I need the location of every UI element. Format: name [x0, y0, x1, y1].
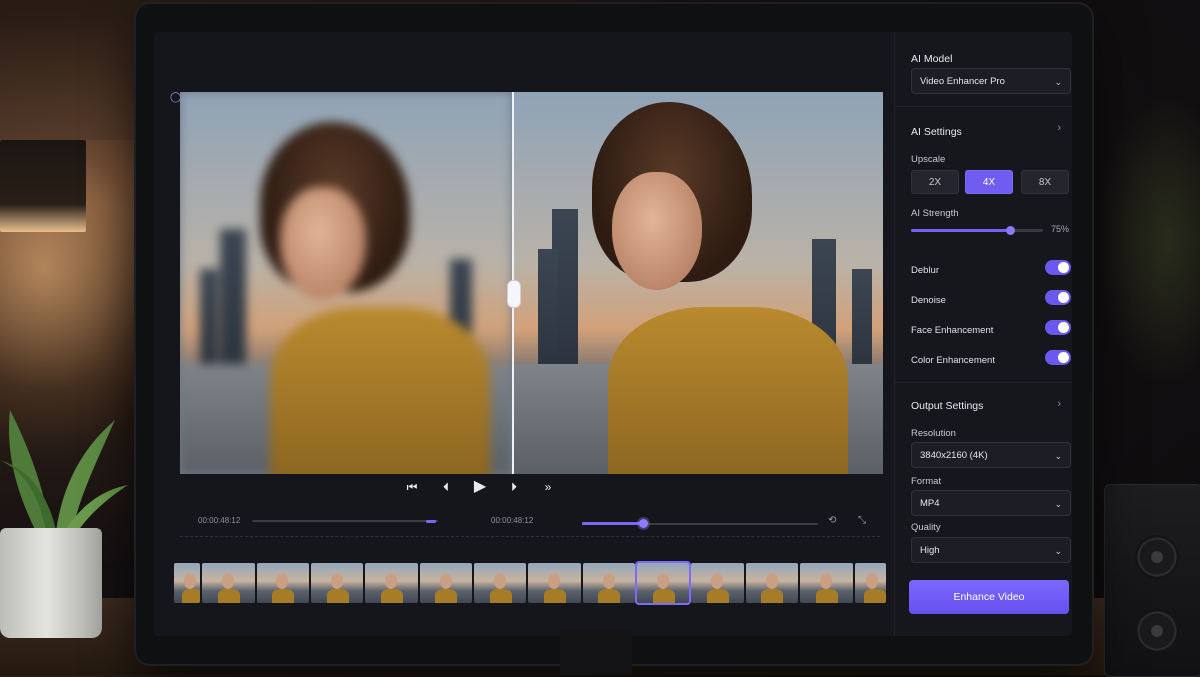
- upscale-label: Upscale: [911, 154, 946, 165]
- film-frame[interactable]: [365, 563, 418, 603]
- film-frame[interactable]: [800, 563, 853, 603]
- film-frame[interactable]: [419, 563, 472, 603]
- denoise-toggle[interactable]: [1045, 290, 1071, 305]
- app-window: ◯ ◧: [154, 32, 1072, 636]
- filmstrip: [174, 560, 886, 606]
- ai-strength-label: AI Strength: [911, 208, 959, 219]
- quality-label: Quality: [911, 522, 941, 533]
- chevron-down-icon: ⌄: [1054, 77, 1062, 87]
- plant-pot: [0, 528, 102, 638]
- resolution-select[interactable]: 3840x2160 (4K) ⌄: [911, 442, 1071, 468]
- film-frame[interactable]: [691, 563, 744, 603]
- lamp: [0, 140, 86, 232]
- film-frame[interactable]: [582, 563, 636, 603]
- mini-track[interactable]: [252, 520, 438, 522]
- color-enhancement-label: Color Enhancement: [911, 355, 995, 366]
- quality-value: High: [920, 545, 940, 556]
- timecode-center: 00:00:48:12: [491, 516, 534, 525]
- film-frame[interactable]: [528, 563, 581, 603]
- chevron-right-icon[interactable]: ›: [1057, 398, 1061, 410]
- monitor: ◯ ◧: [136, 4, 1092, 664]
- film-frame[interactable]: [310, 563, 364, 603]
- format-label: Format: [911, 476, 942, 487]
- denoise-label: Denoise: [911, 295, 946, 306]
- comparison-preview[interactable]: [180, 92, 883, 474]
- upscale-2x[interactable]: 2X: [911, 170, 959, 194]
- chevron-down-icon: ⌄: [1054, 451, 1062, 461]
- upscale-4x[interactable]: 4X: [965, 170, 1013, 194]
- film-frame-selected[interactable]: [635, 561, 692, 605]
- fast-forward-icon[interactable]: »: [540, 478, 556, 496]
- timeline-ruler: [180, 536, 880, 551]
- play-icon[interactable]: ▶: [472, 478, 488, 496]
- chevron-down-icon: ⌄: [1054, 546, 1062, 556]
- chevron-right-icon[interactable]: ›: [1057, 122, 1061, 134]
- fullscreen-icon[interactable]: ⤡: [858, 515, 866, 526]
- playback-controls: ⏮ ⏴ ▶ ⏵ »: [404, 478, 556, 496]
- upscale-8x[interactable]: 8X: [1021, 170, 1069, 194]
- preview-original: [180, 92, 512, 474]
- color-enhancement-toggle[interactable]: [1045, 350, 1071, 365]
- deblur-toggle[interactable]: [1045, 260, 1071, 275]
- preview-enhanced: [512, 92, 883, 474]
- ai-settings-title: AI Settings: [911, 126, 962, 138]
- face-enhancement-label: Face Enhancement: [911, 325, 994, 336]
- resolution-value: 3840x2160 (4K): [920, 450, 988, 461]
- ai-model-value: Video Enhancer Pro: [920, 76, 1005, 87]
- ai-strength-slider[interactable]: [911, 226, 1043, 235]
- plant-leaves: [0, 410, 128, 540]
- format-select[interactable]: MP4 ⌄: [911, 490, 1071, 516]
- ai-strength-handle[interactable]: [1006, 226, 1015, 235]
- toggle-row-deblur: Deblur: [911, 260, 1071, 276]
- format-value: MP4: [920, 498, 940, 509]
- split-handle[interactable]: [507, 280, 521, 308]
- enhance-video-button[interactable]: Enhance Video: [909, 580, 1069, 614]
- loop-icon[interactable]: ⟲: [828, 515, 836, 526]
- skip-back-icon[interactable]: ⏮: [404, 478, 420, 496]
- monitor-stand: [560, 630, 632, 675]
- step-forward-icon[interactable]: ⏵: [506, 478, 522, 496]
- ai-strength-value: 75%: [1051, 224, 1070, 234]
- chevron-down-icon: ⌄: [1054, 499, 1062, 509]
- settings-panel: AI Model Video Enhancer Pro ⌄ AI Setting…: [894, 32, 1072, 636]
- ai-model-select[interactable]: Video Enhancer Pro ⌄: [911, 68, 1071, 94]
- film-frame[interactable]: [745, 563, 799, 603]
- ai-strength-fill: [911, 229, 1010, 232]
- deblur-label: Deblur: [911, 265, 939, 276]
- scrub-handle[interactable]: [639, 519, 649, 528]
- output-settings-title: Output Settings: [911, 400, 984, 412]
- ai-model-label: AI Model: [911, 53, 953, 65]
- mini-track-fill: [426, 520, 436, 523]
- film-frame[interactable]: [854, 563, 886, 603]
- quality-select[interactable]: High ⌄: [911, 537, 1071, 563]
- toggle-row-face: Face Enhancement: [911, 320, 1071, 336]
- resolution-label: Resolution: [911, 428, 956, 439]
- film-frame[interactable]: [174, 563, 201, 603]
- timeline: 00:00:48:12 00:00:48:12 ⟲ ⤡: [180, 512, 880, 536]
- scrub-progress: [582, 522, 644, 525]
- film-frame[interactable]: [256, 563, 309, 603]
- toggle-row-color: Color Enhancement: [911, 350, 1071, 366]
- speaker: [1104, 484, 1200, 677]
- face-enhancement-toggle[interactable]: [1045, 320, 1071, 335]
- background-plant: [1090, 80, 1200, 400]
- film-frame[interactable]: [202, 563, 255, 603]
- film-frame[interactable]: [473, 563, 527, 603]
- toggle-row-denoise: Denoise: [911, 290, 1071, 306]
- step-back-icon[interactable]: ⏴: [438, 478, 454, 496]
- timecode-left: 00:00:48:12: [198, 516, 241, 525]
